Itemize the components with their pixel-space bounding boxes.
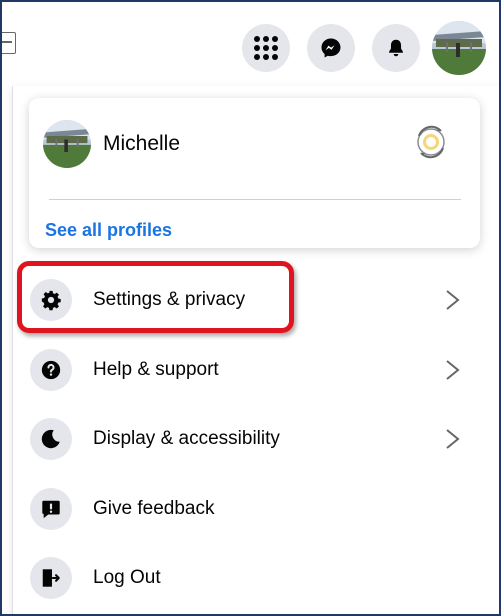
highlight-annotation — [17, 261, 294, 333]
chevron-right-icon — [446, 429, 460, 449]
profile-name: Michelle — [103, 132, 181, 155]
feedback-icon — [30, 488, 72, 530]
menu-item-give-feedback[interactable]: Give feedback — [13, 477, 493, 541]
profile-avatar — [43, 120, 91, 168]
see-all-profiles-link[interactable]: See all profiles — [45, 220, 172, 241]
menu-button[interactable] — [242, 24, 290, 72]
account-menu-panel: Michelle See all profiles Settings & pri… — [12, 86, 499, 614]
chevron-right-icon — [446, 290, 460, 310]
menu-grid-icon — [254, 36, 278, 60]
menu-item-log-out[interactable]: Log Out — [13, 546, 493, 610]
menu-item-display-accessibility[interactable]: Display & accessibility — [13, 407, 493, 471]
profile-avatar — [432, 21, 486, 75]
notifications-button[interactable] — [372, 24, 420, 72]
switch-profile-icon — [417, 125, 445, 159]
screenshot-frame: Michelle See all profiles Settings & pri… — [0, 0, 501, 616]
menu-item-label: Help & support — [93, 359, 219, 380]
question-icon — [30, 349, 72, 391]
profile-card: Michelle See all profiles — [29, 98, 480, 248]
moon-icon — [30, 418, 72, 460]
current-profile-row[interactable]: Michelle — [43, 118, 463, 170]
logout-icon — [30, 557, 72, 599]
marketplace-icon[interactable] — [2, 32, 16, 54]
menu-item-label: Display & accessibility — [93, 428, 280, 449]
menu-item-label: Log Out — [93, 567, 161, 588]
bell-icon — [389, 39, 403, 57]
top-navigation-bar — [2, 2, 499, 86]
messenger-icon — [321, 38, 341, 58]
menu-item-label: Give feedback — [93, 498, 215, 519]
menu-item-help-support[interactable]: Help & support — [13, 338, 493, 402]
chevron-right-icon — [446, 360, 460, 380]
account-avatar[interactable] — [432, 21, 486, 75]
switch-profile-button[interactable] — [411, 122, 451, 162]
messenger-button[interactable] — [307, 24, 355, 72]
profile-divider — [49, 199, 461, 200]
